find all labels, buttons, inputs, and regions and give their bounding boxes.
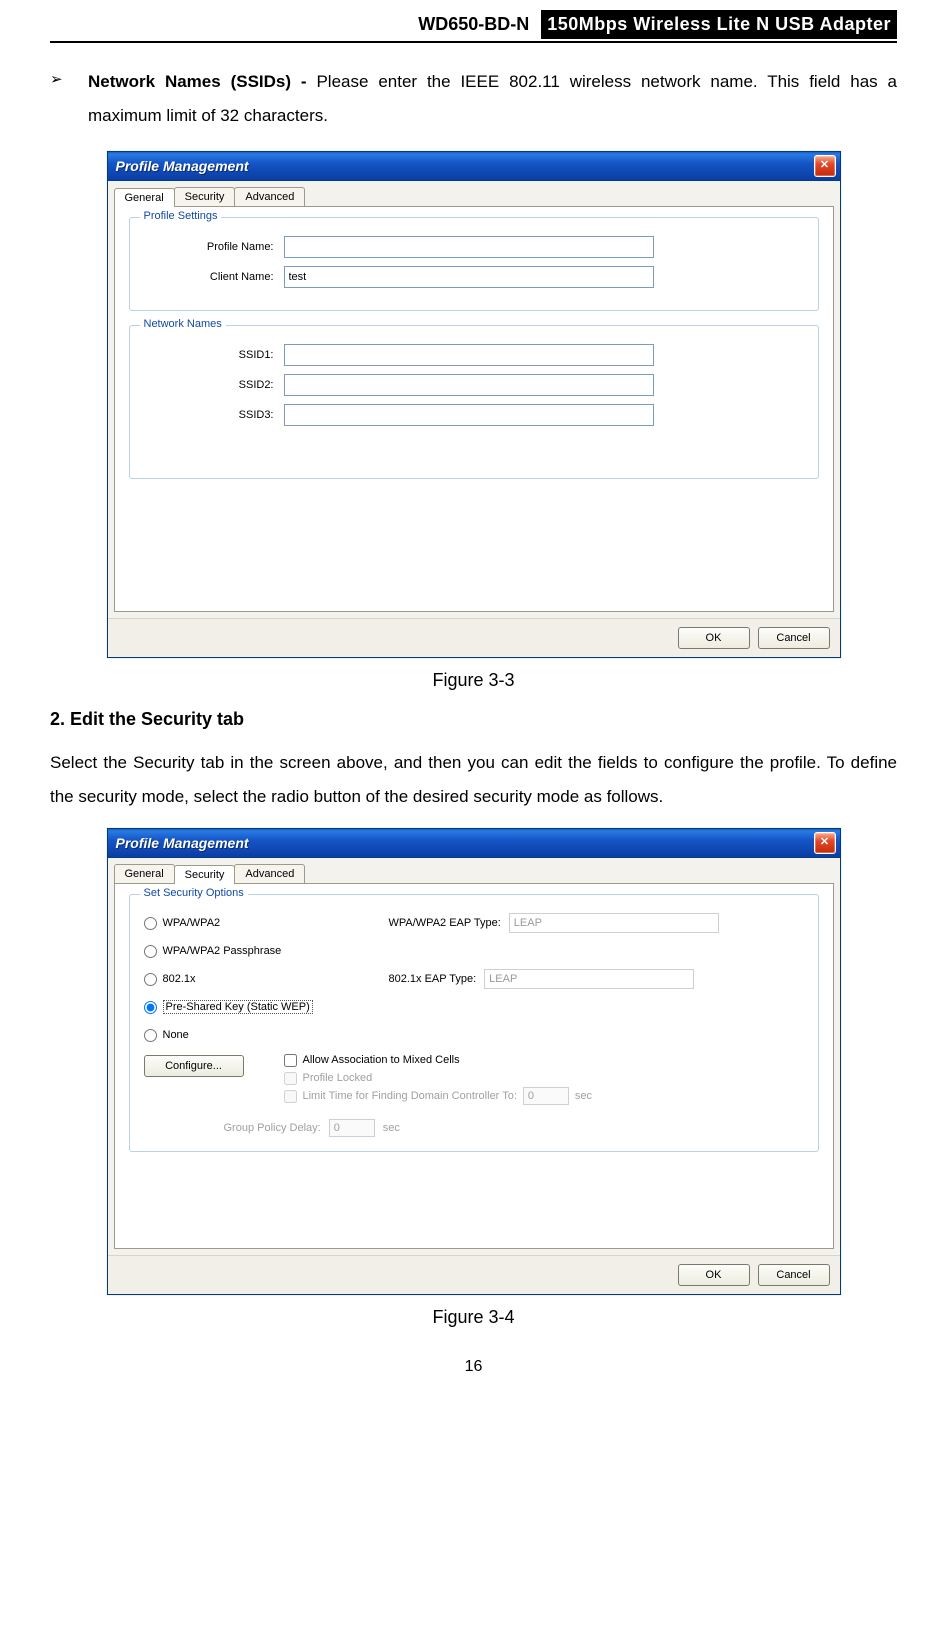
group-set-security-options: Set Security Options WPA/WPA2 WPA/WPA2 E…: [129, 894, 819, 1152]
radio-wpa-passphrase-label: WPA/WPA2 Passphrase: [163, 945, 282, 957]
legend-set-security: Set Security Options: [140, 887, 248, 899]
configure-button[interactable]: Configure...: [144, 1055, 244, 1077]
dialog-footer: OK Cancel: [108, 1255, 840, 1294]
ssid3-input[interactable]: [284, 404, 654, 426]
bullet-network-names: ➢ Network Names (SSIDs) - Please enter t…: [50, 65, 897, 133]
titlebar: Profile Management ✕: [108, 829, 840, 858]
header-model: WD650-BD-N: [418, 14, 529, 35]
radio-8021x-label: 802.1x: [163, 973, 196, 985]
cancel-button[interactable]: Cancel: [758, 627, 830, 649]
radio-none[interactable]: None: [144, 1025, 369, 1045]
profile-name-label: Profile Name:: [144, 241, 274, 253]
tab-body-general: Profile Settings Profile Name: Client Na…: [114, 206, 834, 612]
cancel-button[interactable]: Cancel: [758, 1264, 830, 1286]
group-profile-settings: Profile Settings Profile Name: Client Na…: [129, 217, 819, 311]
radio-8021x-input[interactable]: [144, 973, 157, 986]
chk-profile-locked-input: [284, 1072, 297, 1085]
close-button[interactable]: ✕: [814, 155, 836, 177]
eap-8021x-row: 802.1x EAP Type:: [389, 969, 804, 989]
tab-security[interactable]: Security: [174, 187, 236, 206]
eap-8021x-label: 802.1x EAP Type:: [389, 973, 477, 985]
chk-mixed-cells-label: Allow Association to Mixed Cells: [303, 1054, 460, 1066]
radio-psk-wep-input[interactable]: [144, 1001, 157, 1014]
header-title: 150Mbps Wireless Lite N USB Adapter: [541, 10, 897, 39]
tab-general[interactable]: General: [114, 188, 175, 207]
chk-limit-time-input: [284, 1090, 297, 1103]
dialog-title: Profile Management: [116, 158, 249, 174]
titlebar: Profile Management ✕: [108, 152, 840, 181]
dialog-title: Profile Management: [116, 835, 249, 851]
chk-limit-time-label: Limit Time for Finding Domain Controller…: [303, 1090, 517, 1102]
limit-time-spinner: [523, 1087, 569, 1105]
group-policy-delay-row: Group Policy Delay: sec: [144, 1119, 804, 1137]
eap-8021x-select[interactable]: [484, 969, 694, 989]
chk-mixed-cells-input[interactable]: [284, 1054, 297, 1067]
bullet-label: Network Names (SSIDs) -: [88, 72, 316, 91]
tab-general[interactable]: General: [114, 864, 175, 883]
ok-button[interactable]: OK: [678, 1264, 750, 1286]
legend-profile-settings: Profile Settings: [140, 210, 222, 222]
tab-strip: General Security Advanced: [108, 181, 840, 206]
gpd-label: Group Policy Delay:: [224, 1122, 321, 1134]
page-number: 16: [50, 1358, 897, 1376]
section-2-heading: 2. Edit the Security tab: [50, 709, 897, 730]
radio-wpa-wpa2-label: WPA/WPA2: [163, 917, 221, 929]
chk-profile-locked-label: Profile Locked: [303, 1072, 373, 1084]
client-name-label: Client Name:: [144, 271, 274, 283]
page-header: WD650-BD-N 150Mbps Wireless Lite N USB A…: [50, 10, 897, 43]
bullet-marker: ➢: [50, 65, 88, 133]
group-network-names: Network Names SSID1: SSID2: SSID3:: [129, 325, 819, 479]
figure-3-3-caption: Figure 3-3: [50, 670, 897, 691]
radio-psk-wep[interactable]: Pre-Shared Key (Static WEP): [144, 997, 369, 1017]
radio-wpa-passphrase-input[interactable]: [144, 945, 157, 958]
ssid2-input[interactable]: [284, 374, 654, 396]
eap-wpa-row: WPA/WPA2 EAP Type:: [389, 913, 804, 933]
ssid3-label: SSID3:: [144, 409, 274, 421]
client-name-input[interactable]: [284, 266, 654, 288]
gpd-spinner: [329, 1119, 375, 1137]
gpd-unit: sec: [383, 1122, 400, 1134]
radio-wpa-passphrase[interactable]: WPA/WPA2 Passphrase: [144, 941, 369, 961]
radio-psk-wep-label: Pre-Shared Key (Static WEP): [163, 1000, 313, 1014]
profile-name-input[interactable]: [284, 236, 654, 258]
tab-strip: General Security Advanced: [108, 858, 840, 883]
radio-wpa-wpa2[interactable]: WPA/WPA2: [144, 913, 369, 933]
tab-advanced[interactable]: Advanced: [234, 864, 305, 883]
figure-3-4-caption: Figure 3-4: [50, 1307, 897, 1328]
checkbox-column: Allow Association to Mixed Cells Profile…: [284, 1051, 593, 1105]
legend-network-names: Network Names: [140, 318, 226, 330]
close-icon: ✕: [820, 836, 829, 848]
ok-button[interactable]: OK: [678, 627, 750, 649]
chk-limit-time: Limit Time for Finding Domain Controller…: [284, 1087, 593, 1105]
radio-none-label: None: [163, 1029, 189, 1041]
dialog-footer: OK Cancel: [108, 618, 840, 657]
limit-time-unit: sec: [575, 1090, 592, 1102]
chk-mixed-cells[interactable]: Allow Association to Mixed Cells: [284, 1051, 593, 1069]
section-2-para: Select the Security tab in the screen ab…: [50, 746, 897, 814]
profile-management-dialog-security: Profile Management ✕ General Security Ad…: [107, 828, 841, 1295]
close-button[interactable]: ✕: [814, 832, 836, 854]
chk-profile-locked: Profile Locked: [284, 1069, 593, 1087]
tab-body-security: Set Security Options WPA/WPA2 WPA/WPA2 E…: [114, 883, 834, 1249]
ssid2-label: SSID2:: [144, 379, 274, 391]
ssid1-input[interactable]: [284, 344, 654, 366]
radio-8021x[interactable]: 802.1x: [144, 969, 369, 989]
ssid1-label: SSID1:: [144, 349, 274, 361]
radio-none-input[interactable]: [144, 1029, 157, 1042]
profile-management-dialog-general: Profile Management ✕ General Security Ad…: [107, 151, 841, 658]
bullet-text: Network Names (SSIDs) - Please enter the…: [88, 65, 897, 133]
tab-advanced[interactable]: Advanced: [234, 187, 305, 206]
eap-wpa-label: WPA/WPA2 EAP Type:: [389, 917, 501, 929]
radio-wpa-wpa2-input[interactable]: [144, 917, 157, 930]
tab-security[interactable]: Security: [174, 865, 236, 884]
eap-wpa-select[interactable]: [509, 913, 719, 933]
close-icon: ✕: [820, 159, 829, 171]
